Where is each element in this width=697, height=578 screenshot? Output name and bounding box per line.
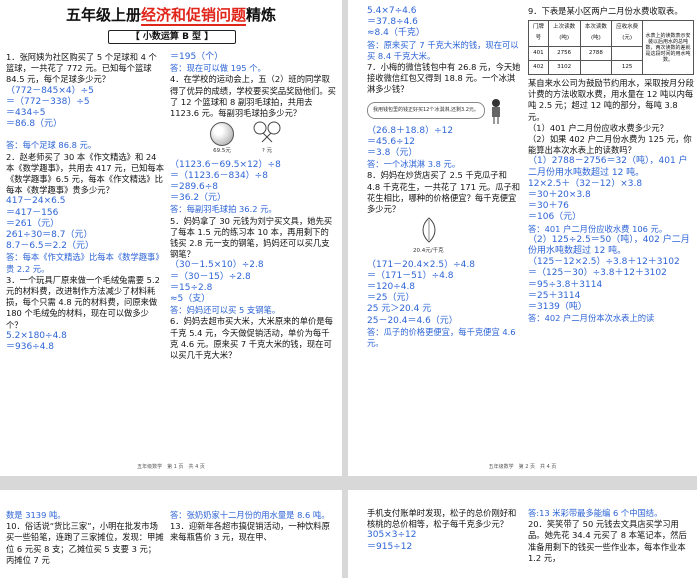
table-note: 水表上的读数表示安装以后用水的总吨数，两次读数的差就是这段时间的用水吨数。 bbox=[642, 20, 694, 76]
question-9: 9．下表是某小区两户二月份水费收取表。 bbox=[528, 6, 683, 16]
solution-9-2: （2）125÷2.5＝50（吨），402 户二月份用水吨数超过 12 吨。 （1… bbox=[528, 234, 690, 313]
page3-left-column: 数是 3139 吨。 10．俗话说“货比三家”，小明在批发市场买一些铅笔，连跑了… bbox=[6, 510, 164, 566]
answer-5: 答：妈妈还可以买 5 支钢笔。 bbox=[170, 305, 281, 316]
answer-9-1: 答：401 户二月份应收水费 106 元。 bbox=[528, 223, 668, 234]
solution-5: （30－1.5×10）÷2.8 ＝（30－15）÷2.8 ＝15÷2.8 ≈5（… bbox=[170, 260, 264, 305]
solution-3: 5.2×180÷4.8 ＝936÷4.8 bbox=[6, 330, 67, 353]
answer-4: 答：每副羽毛球拍 36.2 元。 bbox=[170, 204, 277, 215]
page-2: 5.4×7÷4.6 ＝37.8÷4.6 ≈8.4（千克） 答：原来买了 7 千克… bbox=[348, 0, 697, 476]
answer-9-2: 答：402 户二月份本次水表上的读 bbox=[528, 313, 655, 324]
question-2: 2．赵老师买了 30 本《作文精选》和 24 本《数学趣事》，共用去 417 元… bbox=[6, 151, 165, 196]
speech-bubble: 我用钱包里的钱正好买12个冰淇淋,还剩3.2元。 bbox=[367, 102, 485, 120]
solution-6: 5.4×7÷4.6 ＝37.8÷4.6 ≈8.4（千克） bbox=[367, 6, 425, 39]
solution-7: （26.8＋18.8）÷12 ＝45.6÷12 ＝3.8（元） bbox=[367, 125, 454, 159]
answer-2: 答：每本《作文精选》比每本《数学趣事》贵 2.2 元。 bbox=[6, 252, 164, 274]
worksheet-title: 五年级上册经济和促销问题精炼 bbox=[65, 6, 277, 26]
solution-3-cont: ＝195（个） bbox=[170, 52, 224, 62]
girl-icon bbox=[491, 98, 500, 124]
page-1: 五年级上册经济和促销问题精炼 【 小数运算 B 型 】 1．张阿姨为社区购买了 … bbox=[0, 0, 342, 476]
question-6: 6．妈妈去超市买大米，大米原来的单价是每千克 5.4 元，今天做促销活动，单价为… bbox=[170, 316, 333, 361]
question-text: 手机支付账单时发现，松子的总价刚好和核桃的总价相等，松子每千克多少元？ bbox=[367, 508, 517, 530]
page-3: 数是 3139 吨。 10．俗话说“货比三家”，小明在批发市场买一些铅笔，连跑了… bbox=[0, 490, 342, 578]
page1-right-column: ＝195（个） 答：现在可以做 195 个。 4．在学校的运动会上，五（2）班的… bbox=[170, 52, 336, 361]
solution-2: 417－24×6.5 ＝417－156 ＝261（元） 261÷30＝8.7（元… bbox=[6, 196, 94, 252]
answer-9-2-cont: 数是 3139 吨。 bbox=[6, 510, 66, 520]
answer-6: 答：原来买了 7 千克大米的钱，现在可以买 8.4 千克大米。 bbox=[367, 39, 519, 61]
question-8-figure: 20.4元/千克 bbox=[413, 217, 522, 257]
page3-right-column: 答：张奶奶家十二月份的用水量是 8.6 吨。 13．迎新年各超市搞促销活动，一种… bbox=[170, 510, 336, 544]
solution-9-1: （1）2788－2756＝32（吨），401 户二月份用水吨数超过 12 吨。 … bbox=[528, 156, 688, 223]
question-10: 10．俗话说“货比三家”，小明在批发市场买一些铅笔，连跑了三家摊位，发现：甲摊位… bbox=[6, 521, 164, 565]
question-9-part-1: （1）401 户二月份应收水费多少元？ bbox=[528, 122, 668, 133]
question-5: 5．妈妈拿了 30 元钱为刘宁买文具，她先买了每本 1.5 元的练习本 10 本… bbox=[170, 215, 333, 260]
question-13: 13．迎新年各超市搞促销活动，一种饮料原来每瓶售价 3 元，现在甲、 bbox=[170, 521, 330, 543]
question-3: 3．一个玩具厂原来做一个毛绒兔需要 5.2 元的材料费，改进制作方法减少了材料耗… bbox=[6, 274, 160, 330]
answer-8: 答：瓜子的价格更便宜，每千克便宜 4.6 元。 bbox=[367, 326, 516, 349]
sunflower-seed-icon bbox=[422, 217, 436, 243]
question-4: 4．在学校的运动会上，五（2）班的同学取得了优异的成绩，学校要买奖品奖励他们。买… bbox=[170, 74, 336, 119]
question-9-part-2: （2）如果 402 户二月份水费为 125 元，你能算出本次水表上的读数吗？ bbox=[528, 134, 692, 156]
solution-1: （772－845×4）÷5 ＝（772－338）÷5 ＝434÷5 ＝86.8（… bbox=[6, 85, 94, 130]
page-footer: 五年级数学 第 2 页 共 4 页 bbox=[488, 464, 557, 470]
page2-left-column: 5.4×7÷4.6 ＝37.8÷4.6 ≈8.4（千克） 答：原来买了 7 千克… bbox=[367, 6, 522, 349]
question-7-figure: 我用钱包里的钱正好买12个冰淇淋,还剩3.2元。 bbox=[367, 98, 522, 124]
question-1: 1．张阿姨为社区购买了 5 个足球和 4 个篮球，一共花了 772 元。已知每个… bbox=[6, 52, 157, 85]
answer-7: 答：一个冰淇淋 3.8 元。 bbox=[367, 159, 461, 170]
worksheet-subtitle: 【 小数运算 B 型 】 bbox=[108, 30, 236, 44]
page2-right-column: 9．下表是某小区两户二月份水费收取表。 门牌号 上次读数(吨) 本次读数(吨) … bbox=[528, 6, 694, 324]
solution-8: （171－20.4×2.5）÷4.8 ＝（171－51）÷4.8 ＝120÷4.… bbox=[367, 259, 475, 326]
question-4-figure: 69.5元 ? 元 bbox=[210, 121, 336, 157]
question-20: 20．笑笑带了 50 元钱去文具店买学习用品。她先花 34.4 元买了 8 本笔… bbox=[528, 519, 687, 563]
page1-left-column: 1．张阿姨为社区购买了 5 个足球和 4 个篮球，一共花了 772 元。已知每个… bbox=[6, 52, 164, 353]
answer-12: 答：张奶奶家十二月份的用水量是 8.6 吨。 bbox=[170, 510, 330, 520]
answer-3: 答：现在可以做 195 个。 bbox=[170, 63, 266, 74]
question-9-text: 某自来水公司为鼓励节约用水，采取按月分段计费的方法收取水费，用水量在 12 吨以… bbox=[528, 78, 694, 122]
solution-4: （1123.6－69.5×12）÷8 ＝（1123.6－834）÷8 ＝289.… bbox=[170, 159, 281, 204]
water-fee-table: 门牌号 上次读数(吨) 本次读数(吨) 应收水费(元) 水表上的读数表示安装以后… bbox=[528, 20, 694, 76]
page-footer: 五年级数学 第 1 页 共 4 页 bbox=[137, 464, 205, 470]
answer-19: 答:13 米彩带最多能编 6 个中国结。 bbox=[528, 508, 663, 518]
page4-left-column: 手机支付账单时发现，松子的总价刚好和核桃的总价相等，松子每千克多少元？ 305×… bbox=[367, 508, 522, 553]
basketball-icon bbox=[210, 122, 234, 147]
answer-1: 答：每个足球 86.8 元。 bbox=[6, 140, 97, 151]
badminton-racket-icon bbox=[253, 121, 281, 143]
page4-right-column: 答:13 米彩带最多能编 6 个中国结。 20．笑笑带了 50 元钱去文具店买学… bbox=[528, 508, 694, 564]
question-7: 7．小梅的微信钱包中有 26.8 元，今天她接收微信红包又得到 18.8 元。一… bbox=[367, 62, 521, 95]
question-8: 8．妈妈在炒货店买了 2.5 千克瓜子和 4.8 千克花生，一共花了 171 元… bbox=[367, 170, 521, 215]
page-4: 手机支付账单时发现，松子的总价刚好和核桃的总价相等，松子每千克多少元？ 305×… bbox=[348, 490, 697, 578]
